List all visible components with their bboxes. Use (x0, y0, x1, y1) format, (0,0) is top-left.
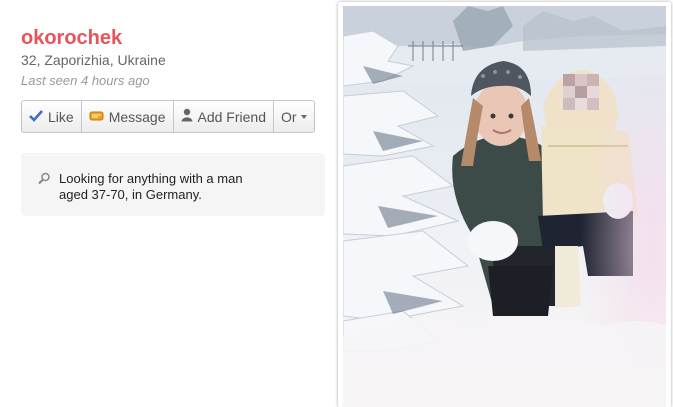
action-buttons: Like Message Add Friend Or (21, 100, 315, 133)
profile-photo-frame[interactable] (338, 2, 671, 407)
like-button[interactable]: Like (22, 101, 82, 132)
add-friend-label: Add Friend (197, 108, 266, 125)
message-label: Message (108, 108, 166, 125)
username[interactable]: okorochek (21, 27, 326, 49)
profile-details: 32, Zaporizhia, Ukraine (21, 52, 166, 68)
profile-info: okorochek 32, Zaporizhia, Ukraine Last s… (21, 27, 326, 88)
person-icon (181, 108, 193, 125)
looking-for-box: Looking for anything with a man aged 37-… (21, 153, 325, 216)
chevron-down-icon (300, 114, 307, 119)
search-icon (38, 172, 51, 190)
message-icon (89, 109, 104, 125)
or-dropdown-button[interactable]: Or (274, 101, 314, 132)
last-seen: Last seen 4 hours ago (21, 73, 150, 88)
or-label: Or (280, 108, 297, 125)
profile-photo[interactable] (343, 6, 666, 407)
add-friend-button[interactable]: Add Friend (174, 101, 274, 132)
snow-scene-illustration (343, 6, 666, 407)
like-label: Like (48, 108, 74, 125)
message-button[interactable]: Message (82, 101, 174, 132)
looking-for-text: Looking for anything with a man aged 37-… (59, 171, 243, 202)
checkmark-icon (29, 109, 43, 125)
